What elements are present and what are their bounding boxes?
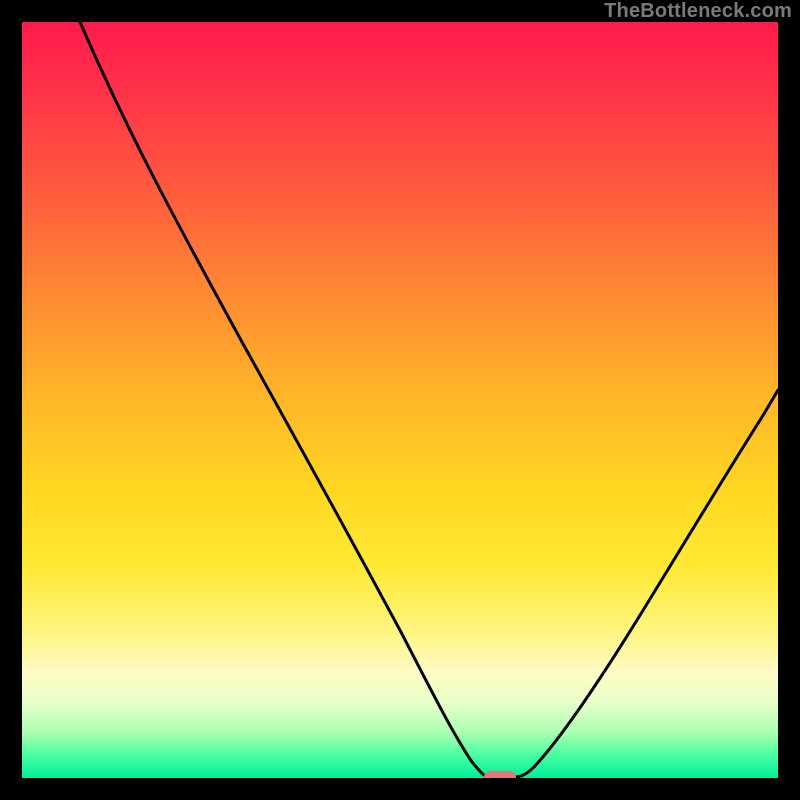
chart-frame: TheBottleneck.com	[0, 0, 800, 800]
bottleneck-curve	[22, 22, 778, 778]
optimal-point-marker	[484, 771, 516, 778]
plot-area	[22, 22, 778, 778]
curve-path	[80, 22, 778, 777]
watermark-label: TheBottleneck.com	[604, 0, 792, 23]
